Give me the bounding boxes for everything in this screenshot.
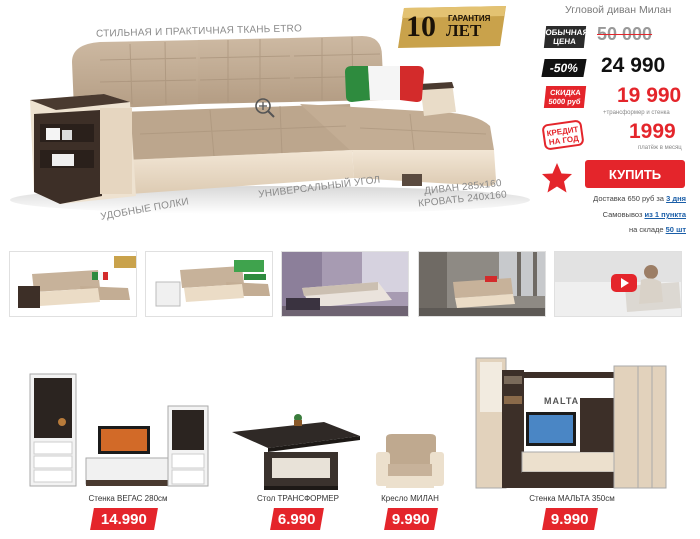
milan-armchair-image[interactable] [372,432,448,492]
thumbnail-3[interactable] [281,251,409,317]
final-price: 19 990 [617,84,682,107]
product-name-milan-armchair[interactable]: Кресло МИЛАН [362,494,458,503]
malta-wall-image[interactable]: MALTA [474,356,670,492]
stock-text: на складе [628,225,664,234]
discounted-price: 24 990 [601,54,666,77]
video-thumbnail[interactable] [554,251,682,317]
product-name-malta[interactable]: Стенка МАЛЬТА 350см [520,494,624,503]
play-icon[interactable] [611,274,637,292]
credit-price-note: платёж в месяц [638,145,682,151]
stock-link[interactable]: 50 шт [666,225,686,234]
thumbnail-1[interactable] [9,251,137,317]
product-price-vegas: 14.990 [90,508,158,530]
buy-button[interactable]: КУПИТЬ [585,160,685,188]
product-price-milan-armchair-text: 9.990 [392,510,430,528]
hero-image[interactable]: СТИЛЬНАЯ И ПРАКТИЧНАЯ ТКАНЬ ETRO УДОБНЫЕ… [0,0,530,245]
sofa-detail-thumbnail-image [146,252,272,316]
product-name-vegas[interactable]: Стенка ВЕГАС 280см [78,494,178,503]
product-price-malta: 9.990 [542,508,598,530]
discount-badge-line2: 5000 руб [548,97,582,106]
product-price-transformer-text: 6.990 [278,510,316,528]
bed-interior-thumbnail-image [282,252,408,316]
product-price-milan-armchair: 9.990 [384,508,438,530]
discount-badge: СКИДКА 5000 руб [543,86,587,108]
living-room-thumbnail-image [419,252,545,316]
vegas-wall-image[interactable] [26,370,216,490]
pickup-info: Самовывоз из 1 пункта [603,210,686,219]
product-price-transformer: 6.990 [270,508,324,530]
star-icon [542,163,572,193]
discount-badge-line1: СКИДКА [549,88,582,97]
transformer-table-image[interactable] [228,412,364,492]
product-price-malta-text: 9.990 [551,510,589,528]
final-price-note: +трансформер и стенка [603,110,670,116]
regular-price-badge: ОБЫЧНАЯ ЦЕНА [543,26,589,48]
credit-price: 1999 [629,120,676,143]
guarantee-number: 10 [406,10,436,43]
malta-sign-text: MALTA [544,396,580,406]
delivery-text: Доставка 650 руб за [593,194,664,203]
credit-badge: КРЕДИТ НА ГОД [541,119,585,151]
product-name-transformer[interactable]: Стол ТРАНСФОРМЕР [248,494,348,503]
pickup-text: Самовывоз [602,210,643,219]
thumbnail-4[interactable] [418,251,546,317]
thumbnail-2[interactable] [145,251,273,317]
guarantee-badge: 10 ГАРАНТИЯ ЛЕТ [398,6,508,48]
delivery-link[interactable]: 3 дня [666,194,686,203]
regular-price: 50 000 [597,24,653,44]
stock-info: на складе 50 шт [629,225,686,234]
pickup-link[interactable]: из 1 пункта [644,210,686,219]
guarantee-bottom-text: ЛЕТ [446,21,482,40]
product-title: Угловой диван Милан [565,4,672,16]
sofa-thumbnail-image [10,252,136,316]
delivery-info: Доставка 650 руб за 3 дня [593,194,686,203]
price-panel: Угловой диван Милан ОБЫЧНАЯ ЦЕНА 50 000 … [535,0,700,245]
product-price-vegas-text: 14.990 [101,510,147,528]
percent-badge: -50% [541,59,587,77]
